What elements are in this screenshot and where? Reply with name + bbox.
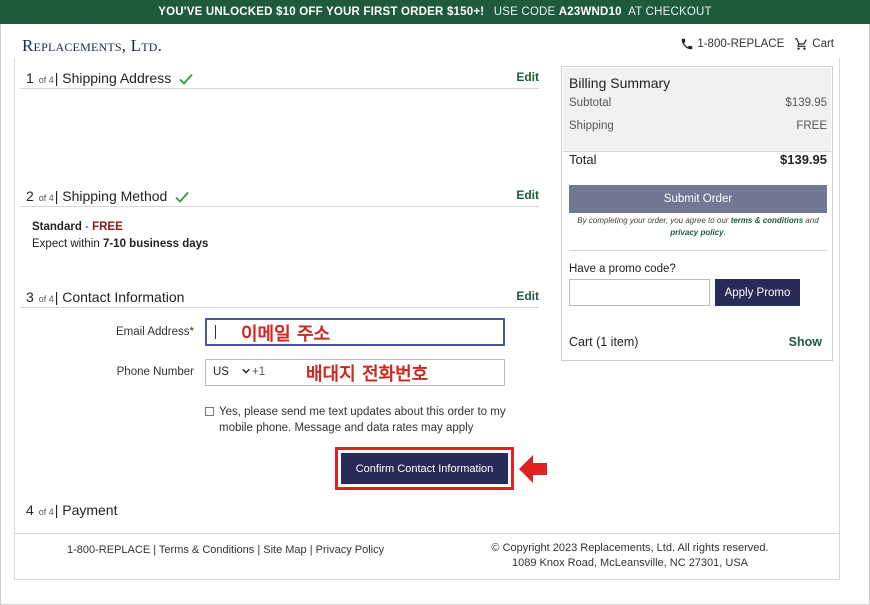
footer-divider [14, 533, 840, 534]
step-shipping-address: 1 of 4| Shipping Address Edit [20, 61, 539, 89]
cart-label: Cart [812, 38, 834, 50]
subtotal-label: Subtotal [569, 97, 612, 109]
shipping-method-summary: Standard - FREE Expect within 7-10 busin… [32, 219, 208, 253]
footer-links[interactable]: 1-800-REPLACE | Terms & Conditions | Sit… [67, 544, 384, 556]
email-input[interactable]: 이메일 주소 [205, 318, 505, 346]
phone-icon [682, 38, 693, 50]
phone-number: 1-800-REPLACE [697, 38, 785, 50]
billing-summary-title: Billing Summary [569, 75, 671, 91]
promo-banner: YOU'VE UNLOCKED $10 OFF YOUR FIRST ORDER… [0, 0, 870, 24]
step-heading: 2 of 4| Shipping Method [26, 188, 189, 204]
shipping-eta-line: Expect within 7-10 business days [32, 236, 208, 253]
step-contact-information: 3 of 4| Contact Information Edit [20, 280, 539, 308]
chevron-down-icon [242, 368, 250, 374]
promo-code-prefix: USE CODE [493, 6, 556, 18]
promo-headline: YOU'VE UNLOCKED $10 OFF YOUR FIRST ORDER… [158, 6, 485, 18]
step-title: Payment [62, 502, 118, 518]
privacy-link[interactable]: privacy policy [670, 228, 723, 237]
step-number: 3 [26, 289, 34, 305]
checkmark-icon [179, 73, 193, 85]
promo-code-label: Have a promo code? [569, 263, 676, 275]
total-value: $139.95 [780, 152, 827, 167]
shipping-method-name: Standard [32, 221, 82, 233]
terms-end: . [723, 228, 726, 237]
edit-contact-information-link[interactable]: Edit [516, 289, 539, 303]
header-actions: 1-800-REPLACE Cart [680, 37, 834, 51]
country-select[interactable]: US [213, 366, 229, 378]
step-number: 1 [26, 70, 34, 86]
email-annotation: 이메일 주소 [241, 324, 331, 345]
step-title: Contact Information [62, 289, 185, 305]
address-text: 1089 Knox Road, McLeansville, NC 27301, … [511, 557, 749, 569]
shipping-method-sep: - [81, 221, 93, 233]
step-number: 2 [26, 188, 34, 204]
cart-link[interactable]: Cart [794, 37, 834, 51]
address-details-redacted [28, 108, 188, 158]
step-heading: 1 of 4| Shipping Address [26, 70, 193, 86]
phone-label: Phone Number [116, 366, 194, 378]
cart-icon [795, 38, 808, 50]
dial-code: +1 [252, 366, 266, 378]
shipping-method-line: Standard - FREE [32, 219, 208, 236]
site-logo[interactable]: Replacements, Ltd. [22, 36, 162, 56]
footer-copyright: © Copyright 2023 Replacements, Ltd. All … [470, 541, 790, 571]
edit-shipping-address-link[interactable]: Edit [516, 70, 539, 84]
step-shipping-method: 2 of 4| Shipping Method Edit [20, 179, 539, 207]
step-of: of 4 [38, 193, 54, 203]
email-label-text: Email Address [116, 326, 190, 338]
terms-notice: By completing your order, you agree to o… [569, 215, 827, 239]
text-caret [215, 325, 216, 339]
total-label: Total [569, 152, 597, 167]
shipping-method-price: FREE [92, 221, 123, 233]
cart-show-toggle[interactable]: Show [789, 335, 822, 349]
required-marker: * [189, 326, 194, 338]
step-heading: 4 of 4| Payment [26, 502, 118, 518]
total-row: Total $139.95 [569, 152, 827, 167]
step-of: of 4 [38, 507, 54, 517]
confirm-contact-button[interactable]: Confirm Contact Information [341, 453, 508, 484]
terms-prefix: By completing your order, you agree to o… [577, 216, 731, 225]
cart-summary-title: Cart (1 item) [569, 335, 639, 349]
shipping-value: FREE [796, 120, 827, 132]
step-title: Shipping Method [62, 188, 168, 204]
promo-code: A23WND10 [558, 6, 622, 18]
step-of: of 4 [38, 294, 54, 304]
phone-annotation: 배대지 전화번호 [306, 364, 429, 385]
subtotal-value: $139.95 [785, 97, 827, 109]
step-number: 4 [26, 502, 34, 518]
step-title: Shipping Address [62, 70, 172, 86]
summary-divider [569, 250, 827, 251]
shipping-row: Shipping FREE [569, 120, 827, 132]
terms-link[interactable]: terms & conditions [731, 216, 803, 225]
phone-input[interactable]: US +1 배대지 전화번호 [205, 359, 505, 386]
shipping-eta: 7-10 business days [102, 238, 209, 250]
promo-code-input[interactable] [569, 279, 710, 306]
apply-promo-button[interactable]: Apply Promo [715, 279, 800, 306]
sms-opt-in-label[interactable]: Yes, please send me text updates about t… [219, 404, 509, 436]
promo-code-suffix: AT CHECKOUT [628, 6, 712, 18]
step-of: of 4 [38, 75, 54, 85]
phone-link[interactable]: 1-800-REPLACE [680, 37, 784, 51]
email-label: Email Address* [116, 326, 194, 338]
terms-and: and [803, 216, 819, 225]
shipping-label: Shipping [569, 120, 614, 132]
edit-shipping-method-link[interactable]: Edit [516, 188, 539, 202]
checkmark-icon [175, 191, 189, 203]
shipping-eta-prefix: Expect within [32, 238, 103, 250]
billing-summary-panel: Billing Summary Subtotal $139.95 Shippin… [561, 66, 833, 361]
pointer-arrow-icon [519, 455, 547, 483]
step-heading: 3 of 4| Contact Information [26, 289, 185, 305]
sms-opt-in-checkbox[interactable] [205, 407, 214, 416]
subtotal-row: Subtotal $139.95 [569, 97, 827, 109]
submit-order-button[interactable]: Submit Order [569, 185, 827, 213]
copyright-text: © Copyright 2023 Replacements, Ltd. All … [491, 542, 769, 554]
step-payment: 4 of 4| Payment [20, 493, 539, 521]
